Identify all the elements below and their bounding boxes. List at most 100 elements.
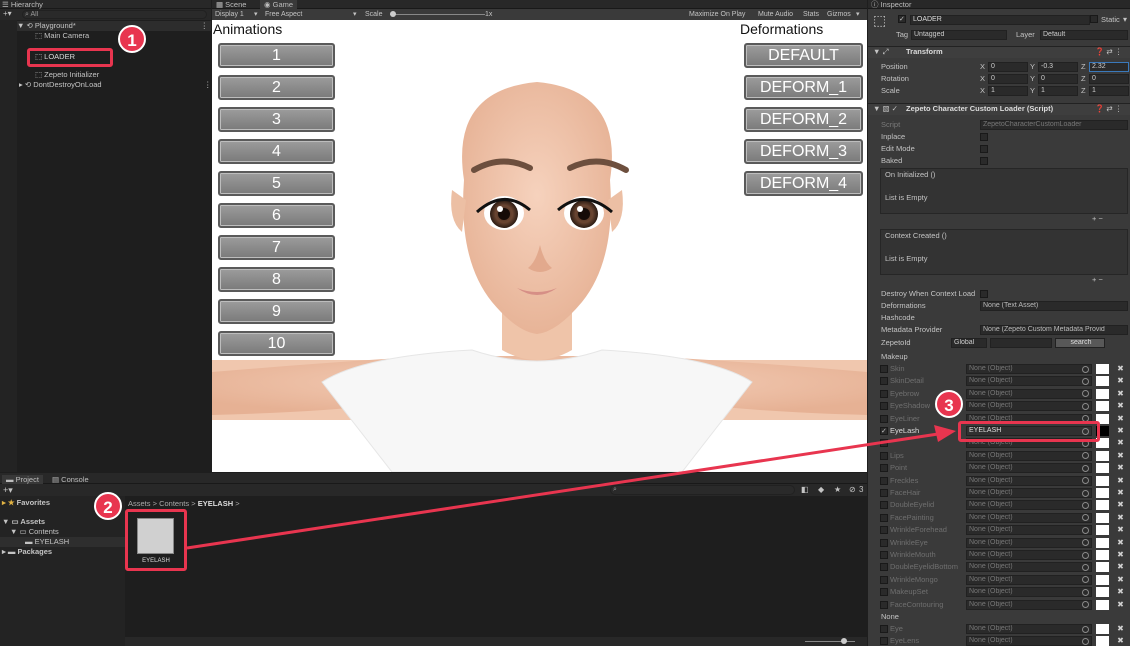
add-event-button[interactable]: + −	[1092, 275, 1103, 285]
aspect-dropdown[interactable]: Free Aspect	[265, 9, 302, 20]
makeup-object-field[interactable]: None (Object)	[966, 512, 1092, 523]
object-picker-icon[interactable]	[1082, 501, 1089, 509]
object-picker-icon[interactable]	[1082, 637, 1089, 645]
remove-icon[interactable]: ✖	[1116, 476, 1125, 485]
color-swatch[interactable]	[1096, 450, 1109, 461]
object-picker-icon[interactable]	[1082, 563, 1089, 571]
remove-icon[interactable]: ✖	[1116, 364, 1125, 373]
color-swatch[interactable]	[1096, 537, 1109, 548]
anim-button-5[interactable]: 5	[218, 171, 335, 196]
anim-button-6[interactable]: 6	[218, 203, 335, 228]
hier-main-camera[interactable]: ⬚ Main Camera	[35, 31, 89, 41]
deform-button-4[interactable]: DEFORM_4	[744, 171, 863, 196]
breadcrumb-eyelash[interactable]: EYELASH	[198, 499, 233, 508]
makeup-object-field[interactable]: None (Object)	[966, 562, 1092, 573]
add-event-button[interactable]: + −	[1092, 214, 1103, 224]
packages-item[interactable]: ▸ ▬ Packages	[2, 547, 52, 557]
display-dropdown[interactable]: Display 1	[215, 9, 244, 20]
makeup-checkbox[interactable]	[880, 538, 888, 547]
object-picker-icon[interactable]	[1082, 402, 1089, 410]
makeup-object-field[interactable]: None (Object)	[966, 599, 1092, 610]
breadcrumb-contents[interactable]: Contents	[159, 499, 189, 508]
color-swatch[interactable]	[1096, 550, 1109, 560]
tab-project[interactable]: ▬ Project	[2, 475, 43, 484]
object-picker-icon[interactable]	[1082, 489, 1089, 497]
remove-icon[interactable]: ✖	[1116, 438, 1125, 447]
stats-toggle[interactable]: Stats	[803, 9, 819, 20]
anim-button-8[interactable]: 8	[218, 267, 335, 292]
transform-value-field[interactable]: -0.3	[1038, 62, 1078, 72]
makeup-checkbox[interactable]	[880, 575, 888, 584]
remove-icon[interactable]: ✖	[1116, 389, 1125, 398]
color-swatch[interactable]	[1096, 500, 1109, 511]
label-icon[interactable]: ◆	[818, 485, 824, 494]
object-picker-icon[interactable]	[1082, 464, 1089, 472]
makeup-checkbox[interactable]	[880, 526, 888, 535]
makeup-checkbox[interactable]	[880, 377, 888, 386]
color-swatch[interactable]	[1096, 587, 1109, 598]
color-swatch[interactable]	[1096, 599, 1109, 610]
remove-icon[interactable]: ✖	[1116, 376, 1125, 385]
baked-checkbox[interactable]	[980, 157, 988, 165]
makeup-object-field[interactable]: None (Object)	[966, 388, 1092, 399]
makeup-checkbox[interactable]	[880, 513, 888, 522]
deformations-field[interactable]: None (Text Asset)	[980, 301, 1128, 311]
none-object-field[interactable]: None (Object)	[966, 624, 1092, 634]
makeup-checkbox[interactable]	[880, 600, 888, 609]
makeup-checkbox[interactable]	[880, 464, 888, 473]
color-swatch[interactable]	[1096, 636, 1109, 646]
anim-button-1[interactable]: 1	[218, 43, 335, 68]
object-picker-icon[interactable]	[1082, 625, 1089, 633]
inplace-checkbox[interactable]	[980, 133, 988, 141]
makeup-object-field[interactable]: None (Object)	[966, 537, 1092, 548]
makeup-checkbox[interactable]	[880, 563, 888, 572]
breadcrumb-assets[interactable]: Assets	[128, 499, 151, 508]
project-search[interactable]: ⌕	[610, 485, 795, 495]
eye-icon[interactable]: ⊘	[849, 485, 856, 494]
remove-icon[interactable]: ✖	[1116, 562, 1125, 571]
hierarchy-search[interactable]: ⌕ All	[22, 10, 207, 19]
scale-slider-knob[interactable]	[390, 11, 396, 17]
remove-icon[interactable]: ✖	[1116, 550, 1125, 559]
color-swatch[interactable]	[1096, 463, 1109, 474]
active-checkbox[interactable]: ✓	[898, 15, 906, 23]
remove-icon[interactable]: ✖	[1116, 463, 1125, 472]
makeup-object-field[interactable]: None (Object)	[966, 450, 1092, 461]
deform-button-3[interactable]: DEFORM_3	[744, 139, 863, 164]
color-swatch[interactable]	[1096, 624, 1109, 634]
add-icon[interactable]: +▾	[3, 485, 13, 496]
mute-toggle[interactable]: Mute Audio	[758, 9, 793, 20]
zoom-knob[interactable]	[841, 638, 847, 644]
makeup-checkbox[interactable]	[880, 501, 888, 510]
makeup-checkbox[interactable]	[880, 414, 888, 423]
remove-icon[interactable]: ✖	[1116, 513, 1125, 522]
makeup-checkbox[interactable]	[880, 365, 888, 373]
more-icon[interactable]: ⋮	[204, 80, 212, 90]
object-picker-icon[interactable]	[1082, 526, 1089, 534]
makeup-object-field[interactable]: None (Object)	[966, 401, 1092, 412]
object-picker-icon[interactable]	[1082, 551, 1089, 559]
color-swatch[interactable]	[1096, 401, 1109, 412]
layer-dropdown[interactable]: Default	[1040, 30, 1128, 40]
hier-dontdestroy[interactable]: ▸ ⟲ DontDestroyOnLoad ⋮	[19, 80, 212, 90]
anim-button-10[interactable]: 10	[218, 331, 335, 356]
makeup-checkbox[interactable]	[880, 551, 888, 559]
search-button[interactable]: search	[1055, 338, 1105, 348]
makeup-checkbox[interactable]	[880, 588, 888, 597]
static-checkbox[interactable]	[1090, 15, 1098, 23]
color-swatch[interactable]	[1096, 364, 1109, 374]
metadata-field[interactable]: None (Zepeto Custom Metadata Provid	[980, 325, 1128, 335]
scene-root[interactable]: ▼ ⟲ Playground* ⋮	[17, 21, 211, 31]
color-swatch[interactable]	[1096, 488, 1109, 498]
makeup-object-field[interactable]: None (Object)	[966, 574, 1092, 585]
transform-value-field[interactable]: 0	[1089, 74, 1129, 84]
makeup-object-field[interactable]: None (Object)	[966, 376, 1092, 387]
makeup-checkbox[interactable]	[880, 489, 888, 497]
transform-value-field[interactable]: 1	[1089, 86, 1129, 96]
object-picker-icon[interactable]	[1082, 365, 1089, 373]
makeup-object-field[interactable]: None (Object)	[966, 525, 1092, 536]
makeup-checkbox[interactable]: ✓	[880, 427, 888, 435]
help-icon[interactable]: ❓ ⇄ ⋮	[1095, 104, 1122, 114]
remove-icon[interactable]: ✖	[1116, 426, 1125, 435]
remove-icon[interactable]: ✖	[1116, 538, 1125, 547]
